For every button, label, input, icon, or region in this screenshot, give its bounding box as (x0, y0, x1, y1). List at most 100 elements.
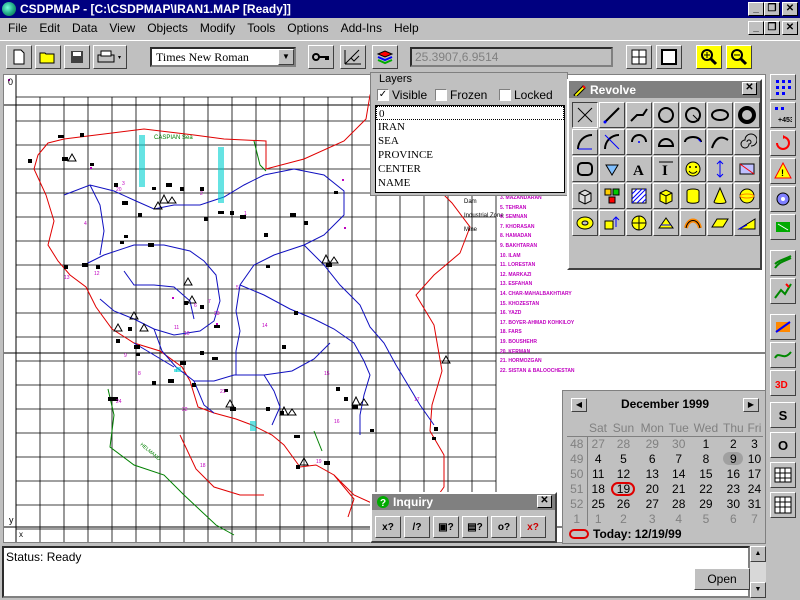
revolve-tool-16[interactable] (599, 156, 625, 182)
revolve-tool-24[interactable] (626, 183, 652, 209)
doc-restore-button[interactable]: ❐ (764, 21, 780, 35)
inquiry-title-bar[interactable]: ? Inquiry ✕ (372, 494, 555, 510)
calendar-day[interactable]: 13 (638, 466, 666, 481)
open-file-button[interactable] (35, 45, 61, 69)
visible-checkbox[interactable]: ✓ Visible (377, 88, 427, 102)
calendar-day[interactable]: 6 (638, 451, 666, 466)
calendar-day[interactable]: 24 (746, 481, 763, 496)
calendar-day[interactable]: 22 (691, 481, 721, 496)
title-bar[interactable]: CSDPMAP - [C:\CSDPMAP\IRAN1.MAP [Ready]]… (0, 0, 800, 18)
scroll-up-arrow[interactable]: ▲ (750, 546, 766, 562)
calendar-day[interactable]: 2 (721, 436, 746, 451)
doc-close-button[interactable]: ✕ (782, 21, 798, 35)
calendar-day[interactable]: 19 (609, 481, 638, 496)
revolve-title-bar[interactable]: Revolve ✕ (569, 81, 760, 98)
revolve-tool-29[interactable] (572, 210, 598, 236)
menu-tools[interactable]: Tools (241, 21, 281, 35)
calendar-day[interactable]: 21 (666, 481, 691, 496)
revolve-close-button[interactable]: ✕ (742, 82, 757, 95)
revolve-tool-15[interactable] (572, 156, 598, 182)
revolve-tool-27[interactable] (707, 183, 733, 209)
inquiry-line-button[interactable]: /? (404, 516, 430, 538)
menu-objects[interactable]: Objects (141, 21, 194, 35)
calendar-day[interactable]: 9 (721, 451, 746, 466)
calendar-day[interactable]: 25 (587, 496, 609, 511)
inquiry-volume-button[interactable]: ▤? (462, 516, 488, 538)
calendar-day[interactable]: 5 (609, 451, 638, 466)
calendar-day[interactable]: 18 (587, 481, 609, 496)
save-button[interactable] (64, 45, 90, 69)
right-tool-s[interactable]: S (770, 402, 796, 428)
calendar-day[interactable]: 10 (746, 451, 763, 466)
calendar-day[interactable]: 1 (691, 436, 721, 451)
menu-options[interactable]: Options (281, 21, 334, 35)
layer-item-province[interactable]: PROVINCE (376, 148, 564, 162)
calendar-day[interactable]: 4 (666, 511, 691, 526)
calendar-day[interactable]: 6 (721, 511, 746, 526)
calendar-day[interactable]: 29 (638, 436, 666, 451)
menu-help[interactable]: Help (388, 21, 425, 35)
tile-view-button[interactable] (626, 45, 652, 69)
minimize-button[interactable]: _ (748, 2, 764, 16)
revolve-tool-8[interactable] (572, 129, 598, 155)
revolve-tool-33[interactable] (680, 210, 706, 236)
calendar-day[interactable]: 28 (666, 496, 691, 511)
revolve-tool-3[interactable] (626, 102, 652, 128)
revolve-tool-28[interactable] (734, 183, 760, 209)
calendar-day[interactable]: 28 (609, 436, 638, 451)
revolve-tool-26[interactable] (680, 183, 706, 209)
inquiry-circle-button[interactable]: o? (491, 516, 517, 538)
revolve-tool-34[interactable] (707, 210, 733, 236)
right-tool-5[interactable] (770, 186, 796, 212)
calendar-day[interactable]: 2 (609, 511, 638, 526)
calendar-day[interactable]: 8 (691, 451, 721, 466)
snap-button[interactable] (340, 45, 366, 69)
next-month-button[interactable]: ▶ (743, 398, 759, 412)
revolve-tool-7[interactable] (734, 102, 760, 128)
layer-item-name[interactable]: NAME (376, 176, 564, 190)
revolve-tool-21[interactable] (734, 156, 760, 182)
close-button[interactable]: ✕ (782, 2, 798, 16)
doc-minimize-button[interactable]: _ (748, 21, 764, 35)
revolve-tool-22[interactable] (572, 183, 598, 209)
calendar-day[interactable]: 27 (587, 436, 609, 451)
revolve-tool-9[interactable] (599, 129, 625, 155)
status-scrollbar[interactable]: ▲ ▼ (750, 546, 766, 598)
calendar-day[interactable]: 30 (721, 496, 746, 511)
font-selector[interactable]: Times New Roman ▼ (150, 47, 296, 67)
revolve-tool-32[interactable] (653, 210, 679, 236)
menu-edit[interactable]: Edit (33, 21, 66, 35)
right-tool-3[interactable] (770, 130, 796, 156)
calendar-day[interactable]: 29 (691, 496, 721, 511)
layer-item-0[interactable]: 0 (376, 106, 564, 120)
right-tool-2[interactable]: +453 (770, 102, 796, 128)
chevron-down-icon[interactable]: ▼ (278, 49, 294, 65)
calendar-day[interactable]: 7 (666, 451, 691, 466)
open-button[interactable]: Open (694, 568, 750, 590)
revolve-tool-11[interactable] (653, 129, 679, 155)
zoom-out-button[interactable] (726, 45, 752, 69)
right-tool-8[interactable] (770, 278, 796, 304)
right-tool-table[interactable] (770, 462, 796, 488)
menu-add-ins[interactable]: Add-Ins (335, 21, 388, 35)
locked-checkbox[interactable]: Locked (499, 88, 553, 102)
calendar-day[interactable]: 17 (746, 466, 763, 481)
right-tool-11[interactable]: 3D (770, 370, 796, 396)
revolve-tool-20[interactable] (707, 156, 733, 182)
revolve-tool-1[interactable] (572, 102, 598, 128)
inquiry-point-button[interactable]: x? (375, 516, 401, 538)
calendar-day[interactable]: 15 (691, 466, 721, 481)
revolve-tool-10[interactable] (626, 129, 652, 155)
revolve-tool-35[interactable] (734, 210, 760, 236)
calendar-day[interactable]: 23 (721, 481, 746, 496)
revolve-tool-4[interactable] (653, 102, 679, 128)
layer-item-iran[interactable]: IRAN (376, 120, 564, 134)
inquiry-clear-button[interactable]: x? (520, 516, 546, 538)
menu-modify[interactable]: Modify (194, 21, 241, 35)
calendar-day[interactable]: 5 (691, 511, 721, 526)
revolve-tool-18[interactable]: I (653, 156, 679, 182)
revolve-tool-2[interactable] (599, 102, 625, 128)
revolve-tool-30[interactable] (599, 210, 625, 236)
inquiry-close-button[interactable]: ✕ (537, 495, 552, 508)
calendar-day[interactable]: 1 (587, 511, 609, 526)
